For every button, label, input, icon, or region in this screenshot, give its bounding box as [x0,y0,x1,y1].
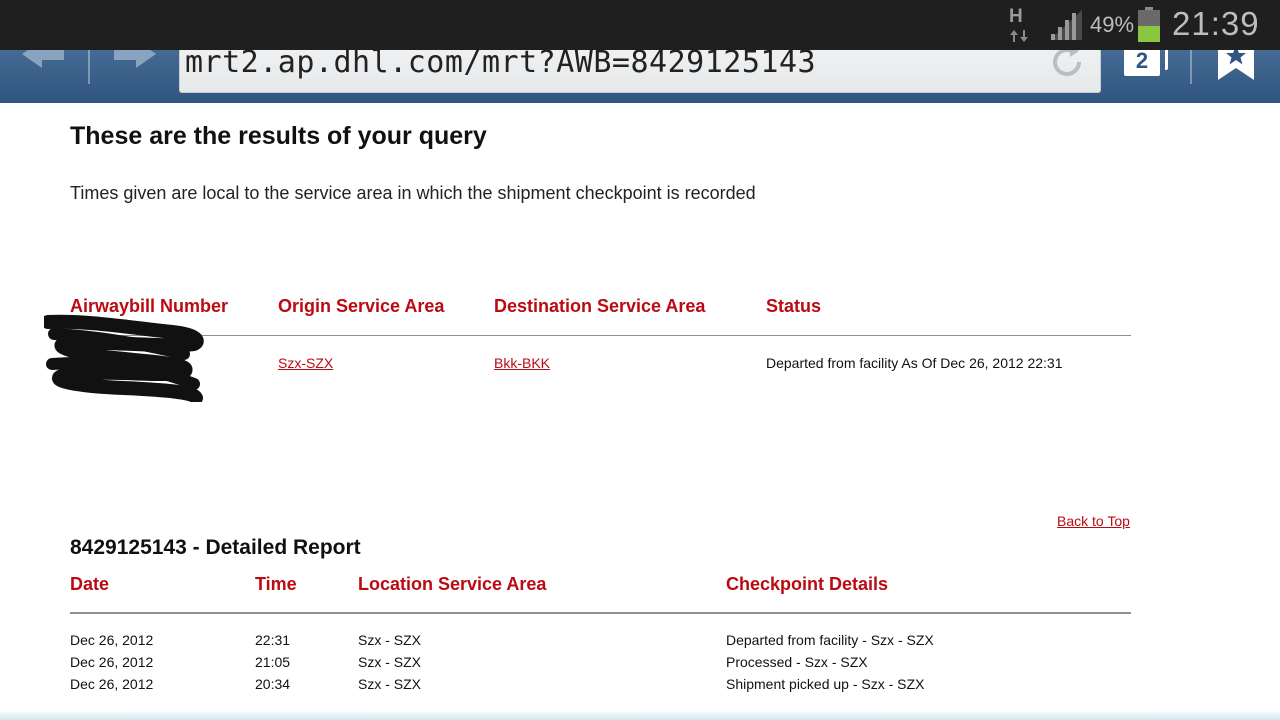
destination-service-area-link[interactable]: Bkk-BKK [494,355,550,371]
back-to-top-link[interactable]: Back to Top [1057,513,1130,529]
battery-percentage: 49% [1090,12,1135,37]
origin-service-area-link[interactable]: Szx-SZX [278,355,333,371]
timezone-note: Times given are local to the service are… [70,183,756,203]
row-checkpoint-details: Departed from facility - Szx - SZX [726,632,934,648]
detailed-report-title: 8429125143 - Detailed Report [70,536,361,559]
header-time: Time [255,574,297,594]
row-location: Szx - SZX [358,632,422,648]
network-type-label: H [1009,6,1023,27]
row-location: Szx - SZX [358,654,422,670]
row-time: 21:05 [255,654,291,670]
row-time: 20:34 [255,676,291,692]
summary-header-divider [70,335,1131,336]
row-date: Dec 26, 2012 [70,632,154,648]
toolbar-divider [1190,50,1192,84]
header-origin-service-area: Origin Service Area [278,296,445,316]
url-text[interactable]: mrt2.ap.dhl.com/mrt?AWB=8429125143 [185,45,816,80]
page-title: These are the results of your query [70,122,487,150]
battery-icon [1137,7,1161,43]
signal-strength-icon [1048,8,1084,42]
header-location-service-area: Location Service Area [358,574,547,594]
clock: 21:39 [1172,5,1260,42]
header-status: Status [766,296,822,316]
data-transfer-icon [1010,30,1028,42]
report-header-divider [70,612,1131,614]
network-type-indicator: H [1007,6,1031,44]
header-checkpoint-details: Checkpoint Details [726,574,889,594]
header-destination-service-area: Destination Service Area [494,296,706,316]
row-location: Szx - SZX [358,676,422,692]
row-date: Dec 26, 2012 [70,654,154,670]
shipment-status: Departed from facility As Of Dec 26, 201… [766,355,1063,371]
row-checkpoint-details: Shipment picked up - Szx - SZX [726,676,925,692]
redacted-airwaybill-scribble [41,314,208,405]
row-date: Dec 26, 2012 [70,676,154,692]
page-content: These are the results of your query Time… [0,103,1280,720]
toolbar-divider [88,50,90,84]
row-checkpoint-details: Processed - Szx - SZX [726,654,868,670]
header-date: Date [70,574,110,594]
row-time: 22:31 [255,632,291,648]
status-bar: H 49% 21:39 [0,0,1280,50]
scroll-edge-glow [0,710,1280,720]
